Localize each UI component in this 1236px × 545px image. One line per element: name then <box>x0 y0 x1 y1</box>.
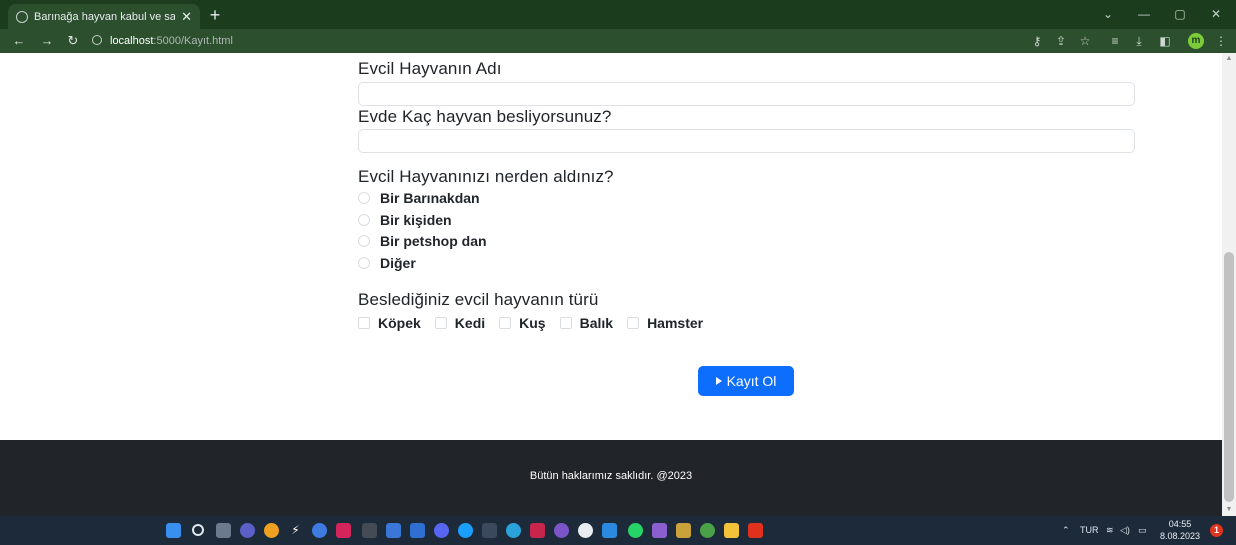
source-option[interactable]: Diğer <box>358 254 416 272</box>
source-radio[interactable] <box>358 214 370 226</box>
tab-title: Barınağa hayvan kabul ve sahiplen <box>34 10 176 23</box>
minimize-button[interactable]: — <box>1126 0 1162 29</box>
side-panel-icon[interactable]: ◧ <box>1156 32 1174 50</box>
file-explorer-icon[interactable] <box>724 523 739 538</box>
app-icon[interactable] <box>312 523 327 538</box>
browser-tab[interactable]: Barınağa hayvan kabul ve sahiplen ✕ <box>8 4 200 29</box>
source-option-label: Bir kişiden <box>380 212 452 228</box>
pet-name-input[interactable] <box>358 82 1135 106</box>
search-icon[interactable] <box>192 524 204 536</box>
notification-badge[interactable]: 1 <box>1210 524 1223 537</box>
discord-icon[interactable] <box>434 523 449 538</box>
pet-type-label-item: Balık <box>579 315 614 331</box>
terminal-icon[interactable] <box>482 523 497 538</box>
pet-type-options: Köpek Kedi Kuş Balık Hamster <box>358 314 717 332</box>
site-info-icon[interactable] <box>92 35 102 45</box>
clock-date: 8.08.2023 <box>1159 531 1201 541</box>
globe-icon <box>16 10 28 23</box>
copyright-text: Bütün haklarımız saklıdır. @2023 <box>529 470 693 482</box>
source-option-label: Bir petshop dan <box>380 233 487 249</box>
scroll-down-icon[interactable]: ▼ <box>1222 504 1236 516</box>
new-tab-button[interactable]: + <box>204 4 226 26</box>
play-icon <box>715 377 722 385</box>
maximize-button[interactable]: ▢ <box>1162 0 1198 29</box>
scroll-up-icon[interactable]: ▲ <box>1222 53 1236 65</box>
visual-studio-icon[interactable] <box>652 523 667 538</box>
reload-icon[interactable]: ↻ <box>64 32 82 50</box>
app-icon[interactable] <box>530 523 545 538</box>
volume-icon[interactable]: ◁) <box>1120 516 1130 545</box>
chevron-up-icon[interactable]: ⌃ <box>1062 516 1070 545</box>
remote-desktop-icon[interactable] <box>410 523 425 538</box>
menu-icon[interactable]: ⋮ <box>1212 32 1230 50</box>
download-icon[interactable]: ⤓ <box>1130 32 1148 50</box>
register-button[interactable]: Kayıt Ol <box>698 366 794 396</box>
pet-count-input[interactable] <box>358 129 1135 153</box>
url-host: localhost <box>110 35 154 47</box>
bolt-icon[interactable]: ⚡ <box>288 523 303 538</box>
close-tab-icon[interactable]: ✕ <box>181 9 192 25</box>
source-radio[interactable] <box>358 257 370 269</box>
forward-icon[interactable]: → <box>38 32 56 50</box>
tab-search-icon[interactable]: ⌄ <box>1090 0 1126 29</box>
pet-type-checkbox[interactable] <box>499 317 512 329</box>
task-view-icon[interactable] <box>216 523 231 538</box>
whatsapp-icon[interactable] <box>628 523 643 538</box>
battery-icon[interactable]: ▭ <box>1138 516 1147 545</box>
browser-tab-bar: Barınağa hayvan kabul ve sahiplen ✕ + ⌄ … <box>0 0 1236 29</box>
source-option-label: Bir Barınakdan <box>380 190 480 206</box>
app-icon[interactable] <box>264 523 279 538</box>
windows-start-icon[interactable] <box>166 523 181 538</box>
source-option-label: Diğer <box>380 255 416 271</box>
telegram-icon[interactable] <box>506 523 521 538</box>
vscode-icon[interactable] <box>602 523 617 538</box>
reading-list-icon[interactable]: ≡ <box>1106 32 1124 50</box>
page-content: Evcil Hayvanın Adı Evde Kaç hayvan besli… <box>0 53 1222 440</box>
key-icon[interactable]: ⚷ <box>1028 32 1046 50</box>
wifi-icon[interactable]: ≋ <box>1106 516 1114 545</box>
close-window-button[interactable]: ✕ <box>1198 0 1234 29</box>
back-icon[interactable]: ← <box>10 32 28 50</box>
pet-type-checkbox[interactable] <box>434 317 447 329</box>
pet-type-label-item: Kedi <box>454 315 486 331</box>
pet-type-checkbox[interactable] <box>358 317 370 329</box>
store-icon[interactable] <box>386 523 401 538</box>
pet-type-checkbox[interactable] <box>627 317 640 329</box>
pet-name-label: Evcil Hayvanın Adı <box>358 59 502 78</box>
clock-time: 04:55 <box>1168 519 1192 529</box>
register-button-label: Kayıt Ol <box>726 373 777 389</box>
share-icon[interactable]: ⇪ <box>1052 32 1070 50</box>
pet-count-label: Evde Kaç hayvan besliyorsunuz? <box>358 107 612 126</box>
pet-type-checkbox[interactable] <box>559 317 572 329</box>
app-icon[interactable] <box>578 523 593 538</box>
pdf-reader-icon[interactable] <box>748 523 763 538</box>
star-icon[interactable]: ☆ <box>1076 32 1094 50</box>
page-footer: Bütün haklarımız saklıdır. @2023 <box>0 440 1222 516</box>
clock[interactable]: 04:55 8.08.2023 <box>1155 518 1205 542</box>
pet-type-label: Beslediğiniz evcil hayvanın türü <box>358 290 599 309</box>
profile-avatar[interactable]: m <box>1188 33 1204 49</box>
chat-icon[interactable] <box>240 523 255 538</box>
url-field[interactable]: localhost:5000/Kayıt.html <box>92 32 1018 50</box>
chrome-icon[interactable] <box>700 523 715 538</box>
app-icon[interactable] <box>336 523 351 538</box>
address-bar-area: ← → ↻ localhost:5000/Kayıt.html ⚷ ⇪ ☆ ≡ … <box>0 29 1236 53</box>
source-option[interactable]: Bir petshop dan <box>358 232 487 250</box>
taskbar: ⚡ ⌃ TUR ≋ ◁) ▭ 04:55 8.08.2023 1 <box>0 516 1236 545</box>
pet-type-label-item: Kuş <box>519 315 546 331</box>
steam-icon[interactable] <box>458 523 473 538</box>
source-radio[interactable] <box>358 192 370 204</box>
source-label: Evcil Hayvanınızı nerden aldınız? <box>358 167 614 186</box>
url-path: :5000/Kayıt.html <box>153 35 233 47</box>
viber-icon[interactable] <box>554 523 569 538</box>
source-radio[interactable] <box>358 235 370 247</box>
language-indicator[interactable]: TUR <box>1080 516 1099 545</box>
pet-type-label-item: Köpek <box>378 315 421 331</box>
pet-type-label-item: Hamster <box>647 315 704 331</box>
app-icon[interactable] <box>676 523 691 538</box>
source-option[interactable]: Bir Barınakdan <box>358 189 480 207</box>
scrollbar-thumb[interactable] <box>1224 252 1234 502</box>
source-option[interactable]: Bir kişiden <box>358 211 452 229</box>
epic-games-icon[interactable] <box>362 523 377 538</box>
